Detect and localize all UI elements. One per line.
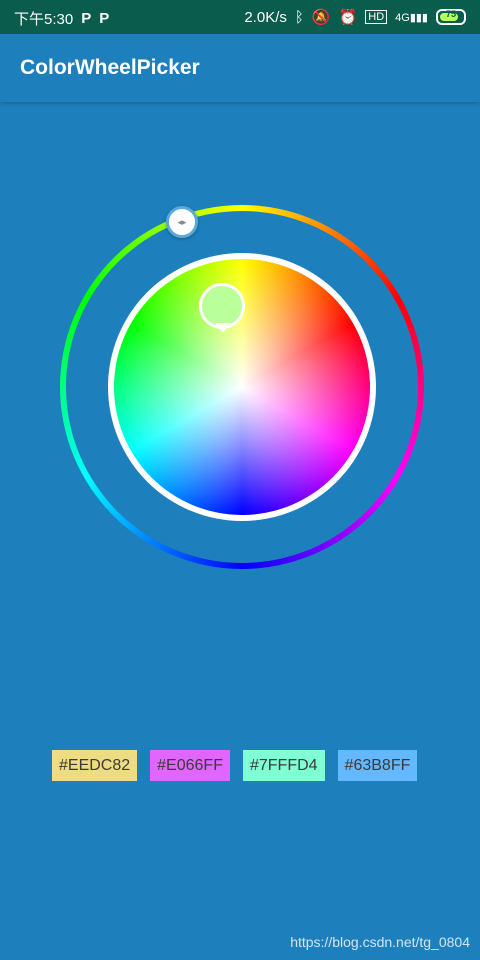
watermark: https://blog.csdn.net/tg_0804	[290, 934, 470, 950]
chip-7fffd4[interactable]: #7FFFD4	[242, 750, 325, 781]
chip-e066ff[interactable]: #E066FF	[150, 750, 230, 781]
parking-icon: P	[99, 10, 110, 27]
battery-icon: 75	[436, 9, 466, 25]
hd-icon: HD	[365, 10, 388, 24]
app-bar: ColorWheelPicker	[0, 34, 480, 102]
chip-63b8ff[interactable]: #63B8FF	[337, 750, 418, 781]
status-right: 2.0K/s ᛒ 🔕 ⏰ HD 4G▮▮▮ 75	[244, 8, 466, 26]
signal-icon: 4G▮▮▮	[395, 11, 428, 24]
mute-bell-icon: 🔕	[311, 9, 331, 26]
status-bar: 下午5:30 P P 2.0K/s ᛒ 🔕 ⏰ HD 4G▮▮▮ 75	[0, 0, 480, 34]
color-picker-marker[interactable]	[199, 283, 245, 333]
color-chips: #EEDC82 #E066FF #7FFFD4 #63B8FF	[52, 750, 418, 781]
alarm-icon: ⏰	[338, 9, 358, 26]
status-time: 下午5:30	[14, 11, 74, 28]
chip-eedc82[interactable]: #EEDC82	[52, 750, 138, 781]
net-speed: 2.0K/s	[244, 8, 287, 26]
status-left: 下午5:30 P P	[14, 8, 109, 29]
bluetooth-icon: ᛒ	[294, 8, 304, 26]
page-title: ColorWheelPicker	[20, 56, 200, 79]
battery-level: 75	[445, 9, 456, 19]
picker-pointer	[215, 323, 231, 333]
parking-icon: P	[81, 10, 92, 27]
color-wheel: ◂▸	[60, 205, 424, 569]
hue-ring-thumb[interactable]: ◂▸	[166, 206, 198, 238]
